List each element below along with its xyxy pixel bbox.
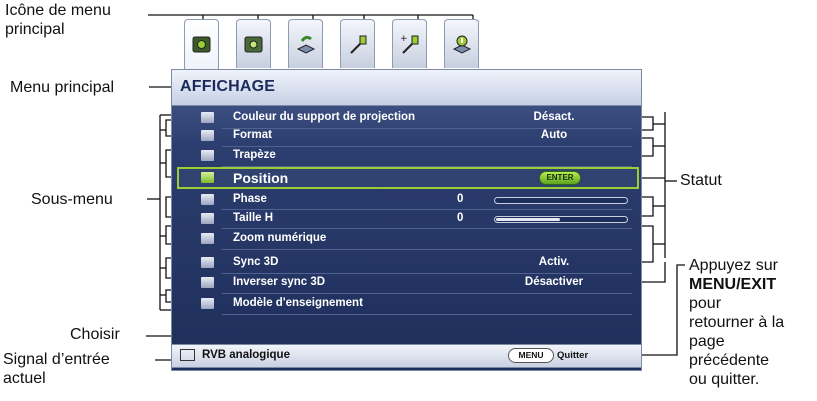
menu-item-status: Activ.: [538, 256, 570, 268]
menu-item-teaching-template[interactable]: Modèle d'enseignement: [176, 294, 637, 314]
sync-3d-icon: [201, 257, 214, 268]
menu-item-label: Zoom numérique: [233, 232, 327, 244]
row-divider: [222, 249, 632, 250]
row-divider: [222, 166, 632, 167]
tab-picture-advanced[interactable]: [236, 19, 271, 68]
status-callout: Statut: [680, 172, 722, 189]
screen-color-icon: [201, 112, 214, 123]
menu-item-sync-3d[interactable]: Sync 3D Activ.: [176, 253, 637, 273]
phase-icon: [201, 194, 214, 205]
tab-information[interactable]: [444, 19, 479, 68]
tab-system-advanced[interactable]: +: [392, 19, 427, 68]
exit-hint-line3: pour: [689, 295, 722, 312]
menu-item-value: 0: [457, 193, 464, 205]
input-source-label: RVB analogique: [202, 349, 290, 361]
tab-settings-basic[interactable]: [288, 19, 323, 68]
h-size-slider-fill: [496, 218, 560, 221]
input-source-icon: [180, 349, 195, 361]
tab-picture[interactable]: [184, 19, 219, 71]
keystone-icon: [201, 150, 214, 161]
menu-item-format[interactable]: Format Auto: [176, 126, 637, 146]
input-signal-callout-line2: actuel: [3, 370, 46, 387]
invert-sync-3d-icon: [201, 277, 214, 288]
menu-item-label: Couleur du support de projection: [233, 111, 416, 123]
menu-header: AFFICHAGE: [171, 69, 642, 106]
exit-hint-line2: MENU/EXIT: [689, 276, 777, 293]
menu-item-digital-zoom[interactable]: Zoom numérique: [176, 229, 637, 249]
input-signal-callout-line1: Signal d’entrée: [3, 351, 110, 368]
menu-item-value: 0: [457, 212, 464, 224]
picture-advanced-icon: [244, 36, 263, 53]
menu-item-label: Taille H: [233, 212, 274, 224]
exit-hint-line7: ou quitter.: [689, 371, 760, 388]
digital-zoom-icon: [201, 233, 214, 244]
menu-item-label: Format: [233, 129, 272, 141]
h-size-slider[interactable]: [494, 216, 628, 223]
exit-hint-line5: page: [689, 333, 725, 350]
exit-hint-line4: retourner à la: [689, 314, 785, 331]
menu-title: AFFICHAGE: [180, 78, 276, 95]
enter-badge[interactable]: ENTER: [539, 171, 581, 185]
tab-system-setup[interactable]: [340, 19, 375, 68]
phase-slider[interactable]: [494, 197, 628, 204]
menu-item-label: Position: [233, 170, 289, 186]
choose-callout: Choisir: [70, 326, 120, 343]
settings-basic-icon: [296, 35, 316, 54]
menu-item-screen-color[interactable]: Couleur du support de projection Désact.: [176, 108, 637, 128]
menu-item-label: Modèle d'enseignement: [233, 297, 363, 309]
menu-item-label: Inverser sync 3D: [233, 276, 326, 288]
main-menu-icon-callout-line1: Icône de menu: [5, 2, 111, 19]
menu-item-status: Auto: [540, 129, 568, 141]
h-size-icon: [201, 213, 214, 224]
aspect-ratio-icon: [201, 130, 214, 141]
main-menu-icon-callout-line2: principal: [5, 21, 65, 38]
svg-text:+: +: [400, 34, 408, 44]
system-setup-icon: [350, 35, 367, 54]
main-menu-callout: Menu principal: [10, 79, 115, 96]
system-advanced-icon: +: [400, 34, 419, 54]
exit-hint-line6: précédente: [689, 352, 770, 369]
picture-icon: [192, 36, 211, 53]
sub-menu-callout: Sous-menu: [31, 191, 113, 208]
menu-item-status: Désactiver: [524, 276, 584, 288]
menu-footer: RVB analogique MENU Quitter: [171, 344, 642, 368]
position-icon: [201, 172, 214, 183]
quit-label: Quitter: [557, 350, 589, 361]
information-icon: [452, 35, 472, 54]
exit-hint-line1: Appuyez sur: [689, 257, 778, 274]
teaching-template-icon: [201, 298, 214, 309]
menu-item-keystone[interactable]: Trapèze: [176, 146, 637, 166]
menu-item-label: Sync 3D: [233, 256, 279, 268]
menu-item-label: Phase: [233, 193, 267, 205]
menu-key-badge[interactable]: MENU: [508, 348, 554, 363]
menu-item-status: Désact.: [533, 111, 575, 123]
row-divider: [222, 314, 632, 315]
menu-item-label: Trapèze: [233, 149, 276, 161]
menu-item-invert-sync-3d[interactable]: Inverser sync 3D Désactiver: [176, 273, 637, 293]
